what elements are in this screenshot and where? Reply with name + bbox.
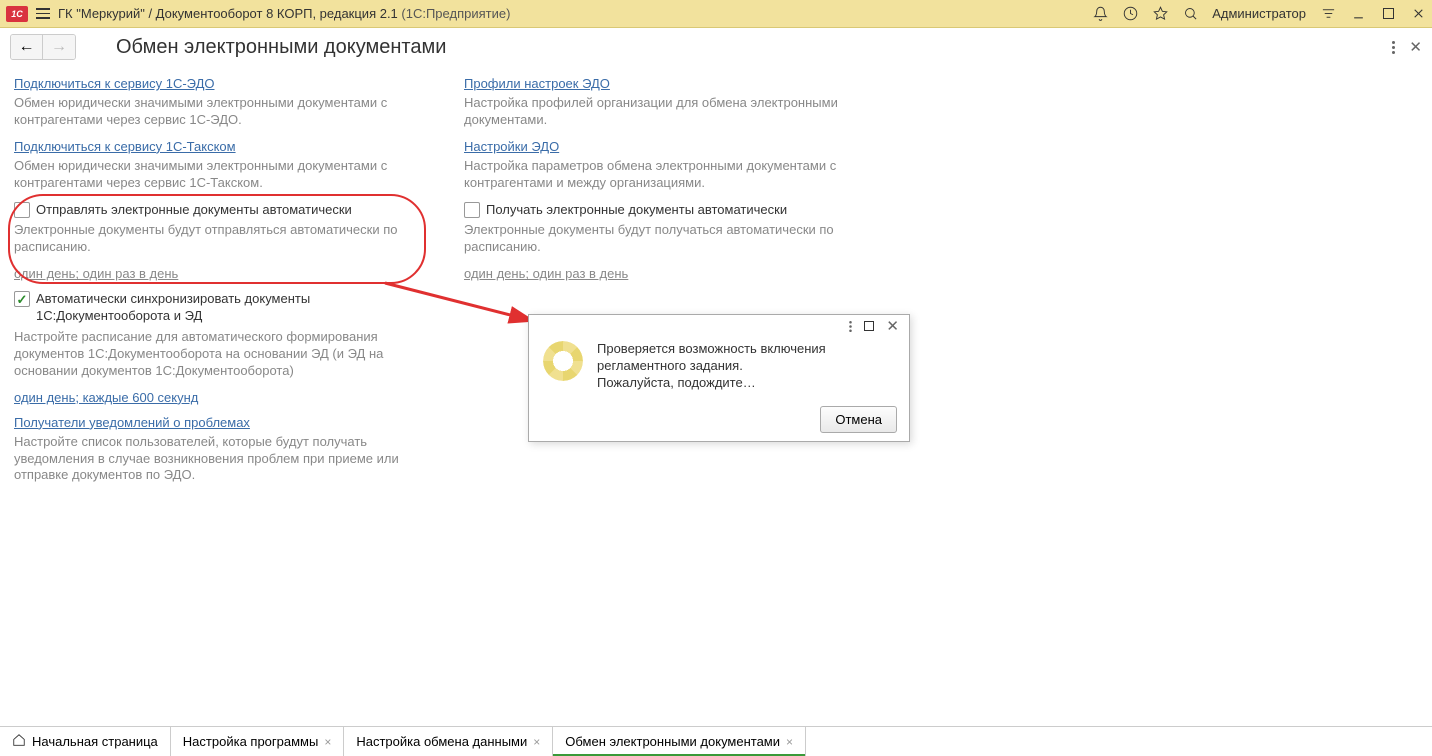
dialog-close-icon[interactable]: ✕ <box>886 317 899 335</box>
link-recipients[interactable]: Получатели уведомлений о проблемах <box>14 415 414 430</box>
cancel-button[interactable]: Отмена <box>820 406 897 433</box>
tabbar: Начальная страница Настройка программы ×… <box>0 726 1432 756</box>
kebab-icon[interactable] <box>1392 41 1395 54</box>
dialog-maximize-icon[interactable] <box>864 321 874 331</box>
page-close-icon[interactable]: ✕ <box>1409 38 1422 56</box>
link-connect-taxcom[interactable]: Подключиться к сервису 1С-Такском <box>14 139 414 154</box>
checkbox-sync-auto-label: Автоматически синхронизировать документы… <box>36 291 414 325</box>
tab-home-label: Начальная страница <box>32 734 158 749</box>
tab-edo-exchange[interactable]: Обмен электронными документами × <box>553 727 806 756</box>
page-title: Обмен электронными документами <box>116 36 446 59</box>
close-icon[interactable] <box>1410 6 1426 22</box>
user-name[interactable]: Администратор <box>1212 6 1306 21</box>
desc-settings-edo: Настройка параметров обмена электронными… <box>464 158 864 192</box>
desc-connect-edo: Обмен юридически значимыми электронными … <box>14 95 414 129</box>
history-icon[interactable] <box>1122 6 1138 22</box>
home-icon <box>12 733 26 750</box>
window-subtitle: (1С:Предприятие) <box>398 6 511 21</box>
desc-receive-auto: Электронные документы будут получаться а… <box>464 222 864 256</box>
bell-icon[interactable] <box>1092 6 1108 22</box>
link-schedule-sync[interactable]: один день; каждые 600 секунд <box>14 390 414 405</box>
checkbox-receive-auto[interactable] <box>464 202 480 218</box>
tab-program-settings[interactable]: Настройка программы × <box>171 727 345 756</box>
checkbox-receive-auto-label: Получать электронные документы автоматич… <box>486 202 787 219</box>
menu-icon[interactable] <box>36 8 50 19</box>
nav-buttons: ← → <box>10 34 76 60</box>
spinner-icon <box>543 341 583 381</box>
desc-profiles: Настройка профилей организации для обмен… <box>464 95 864 129</box>
dialog-kebab-icon[interactable] <box>850 320 853 331</box>
tab-close-icon[interactable]: × <box>533 735 540 749</box>
link-schedule-receive[interactable]: один день; один раз в день <box>464 266 864 281</box>
back-button[interactable]: ← <box>11 35 43 59</box>
logo-1c: 1C <box>6 6 28 22</box>
window-title: ГК "Меркурий" / Документооборот 8 КОРП, … <box>58 6 398 21</box>
checkbox-sync-auto[interactable] <box>14 291 30 307</box>
desc-recipients: Настройте список пользователей, которые … <box>14 434 414 485</box>
desc-sync-auto: Настройте расписание для автоматического… <box>14 329 414 380</box>
forward-button[interactable]: → <box>43 35 75 59</box>
tab-label: Настройка программы <box>183 734 319 749</box>
toolbar: ← → Обмен электронными документами ✕ <box>0 28 1432 66</box>
star-icon[interactable] <box>1152 6 1168 22</box>
checkbox-send-auto-label: Отправлять электронные документы автомат… <box>36 202 352 219</box>
tab-home[interactable]: Начальная страница <box>0 727 171 756</box>
settings-bars-icon[interactable] <box>1320 6 1336 22</box>
maximize-icon[interactable] <box>1380 6 1396 22</box>
link-connect-edo[interactable]: Подключиться к сервису 1С-ЭДО <box>14 76 414 91</box>
minimize-icon[interactable] <box>1350 6 1366 22</box>
dialog-message: Проверяется возможность включения реглам… <box>597 341 895 392</box>
tab-close-icon[interactable]: × <box>786 735 793 749</box>
desc-send-auto: Электронные документы будут отправляться… <box>14 222 414 256</box>
desc-connect-taxcom: Обмен юридически значимыми электронными … <box>14 158 414 192</box>
tab-close-icon[interactable]: × <box>324 735 331 749</box>
tab-label: Обмен электронными документами <box>565 734 780 749</box>
link-profiles[interactable]: Профили настроек ЭДО <box>464 76 864 91</box>
tab-exchange-settings[interactable]: Настройка обмена данными × <box>344 727 553 756</box>
link-schedule-send[interactable]: один день; один раз в день <box>14 266 414 281</box>
dialog: ✕ Проверяется возможность включения регл… <box>528 314 910 442</box>
search-icon[interactable] <box>1182 6 1198 22</box>
link-settings-edo[interactable]: Настройки ЭДО <box>464 139 864 154</box>
checkbox-send-auto[interactable] <box>14 202 30 218</box>
titlebar: 1C ГК "Меркурий" / Документооборот 8 КОР… <box>0 0 1432 28</box>
tab-label: Настройка обмена данными <box>356 734 527 749</box>
left-column: Подключиться к сервису 1С-ЭДО Обмен юрид… <box>14 76 414 494</box>
